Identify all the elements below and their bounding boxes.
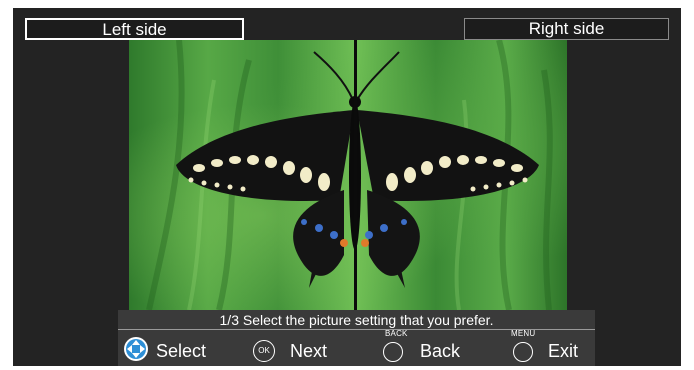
- menu-button-icon: [513, 342, 533, 362]
- back-label: Back: [420, 341, 461, 361]
- back-badge-text: BACK: [385, 329, 408, 338]
- select-label: Select: [156, 341, 207, 361]
- exit-control[interactable]: MENU Exit: [511, 329, 591, 366]
- comparison-photo: [129, 40, 567, 310]
- help-bar: 1/3 Select the picture setting that you …: [118, 310, 595, 366]
- dpad-icon: [124, 337, 148, 361]
- left-side-label: Left side: [102, 20, 167, 39]
- instruction-text: 1/3 Select the picture setting that you …: [118, 310, 595, 330]
- butterfly-image: [146, 40, 553, 310]
- back-control[interactable]: BACK Back: [383, 329, 478, 366]
- next-label: Next: [290, 341, 328, 361]
- left-side-option[interactable]: Left side: [25, 18, 244, 40]
- select-control[interactable]: Select: [123, 332, 213, 366]
- ok-button-icon: OK: [253, 340, 275, 362]
- next-control[interactable]: OK Next: [253, 332, 348, 366]
- menu-badge-text: MENU: [511, 329, 536, 338]
- right-side-option[interactable]: Right side: [464, 18, 669, 40]
- tv-screen: Left side Right side 1/3 Select the pict…: [13, 8, 681, 366]
- exit-label: Exit: [548, 341, 579, 361]
- right-side-label: Right side: [528, 19, 605, 38]
- back-button-icon: [383, 342, 403, 362]
- split-divider: [354, 40, 357, 310]
